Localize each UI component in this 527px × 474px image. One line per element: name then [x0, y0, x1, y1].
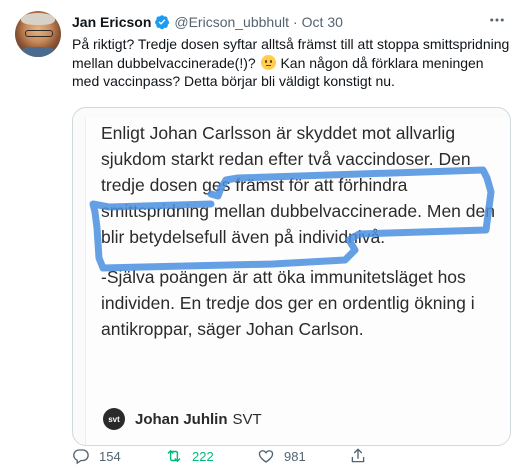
reply-count: 154	[99, 448, 121, 464]
heart-icon	[258, 450, 274, 463]
retweet-button[interactable]: 222	[165, 447, 214, 465]
tweet-image[interactable]: Enligt Johan Carlsson är skyddet mot all…	[72, 107, 511, 446]
like-count: 981	[284, 448, 306, 464]
article-byline: svt Johan Juhlin SVT	[103, 408, 262, 430]
tweet-actions: 154 222 981	[72, 447, 512, 467]
like-button[interactable]: 981	[257, 447, 306, 465]
author-handle[interactable]: @Ericson_ubbhult	[174, 14, 289, 30]
share-icon	[351, 448, 365, 463]
share-button[interactable]	[349, 447, 376, 465]
svt-logo-icon: svt	[103, 408, 125, 430]
byline-author: Johan Juhlin	[135, 410, 228, 428]
retweet-count: 222	[192, 448, 214, 464]
tweet-text: På riktigt? Tredje dosen syftar alltså f…	[72, 35, 512, 91]
avatar[interactable]	[15, 11, 61, 57]
rolling-eyes-emoji-icon	[260, 54, 276, 70]
tweet-header: Jan Ericson @Ericson_ubbhult · Oct 30	[72, 13, 343, 31]
more-options-icon[interactable]	[483, 9, 511, 31]
author-name[interactable]: Jan Ericson	[72, 14, 151, 30]
verified-badge-icon	[154, 14, 170, 30]
reply-icon	[73, 449, 89, 465]
article-text: Enligt Johan Carlsson är skyddet mot all…	[101, 120, 501, 342]
separator-dot: ·	[293, 14, 298, 30]
retweet-icon	[167, 450, 181, 462]
tweet[interactable]: Jan Ericson @Ericson_ubbhult · Oct 30 På…	[0, 0, 527, 474]
reply-button[interactable]: 154	[72, 447, 121, 465]
byline-outlet: SVT	[232, 410, 262, 428]
tweet-date[interactable]: Oct 30	[302, 14, 343, 30]
article-paragraph-2: -Själva poängen är att öka immunitetsläg…	[101, 267, 475, 339]
article-paragraph-1: Enligt Johan Carlsson är skyddet mot all…	[101, 123, 495, 247]
